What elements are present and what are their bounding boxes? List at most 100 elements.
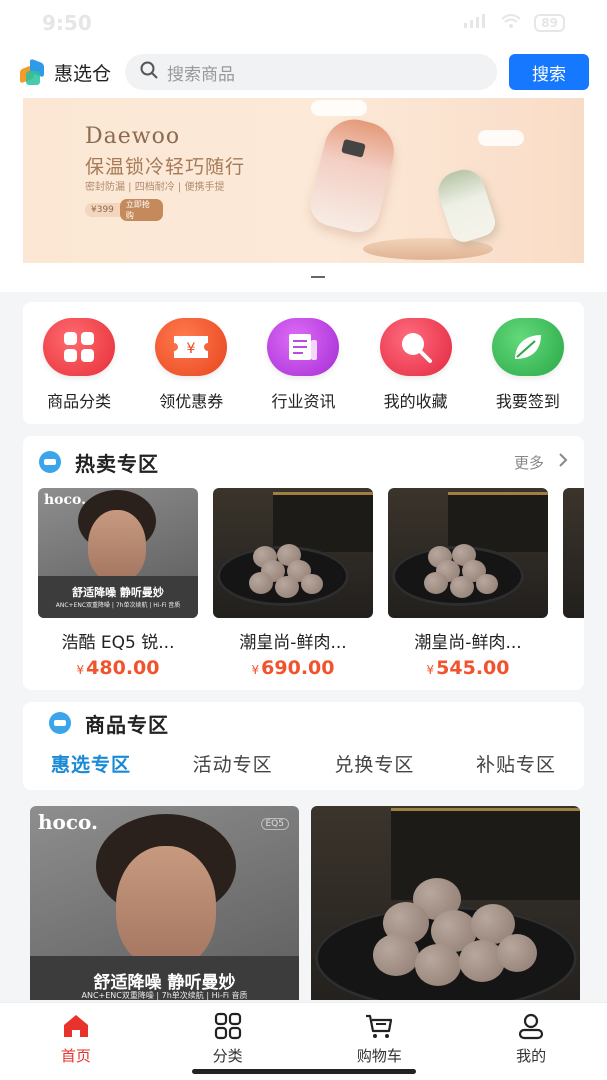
grid-product-card[interactable] [311,806,580,1000]
product-image [563,488,584,618]
cart-icon [366,1014,393,1038]
app-name: 惠选仓 [54,62,112,85]
banner-cta: 立即抢购 [119,199,163,221]
grid-product-card[interactable]: hoco. EQ5 舒适降噪 静听曼妙 ANC+ENC双重降噪 | 7h单次续航… [30,806,299,1000]
cloud-decoration [311,100,367,116]
product-grid: hoco. EQ5 舒适降噪 静听曼妙 ANC+ENC双重降噪 | 7h单次续航… [30,806,580,1000]
product-photo-detail [88,510,146,582]
goods-section-title: 商品专区 [85,712,169,737]
quick-item-news[interactable]: 行业资讯 [253,318,353,424]
quick-item-label: 商品分类 [47,392,112,411]
product-name: 浩酷 EQ5 锐... [61,633,175,653]
home-icon [63,1015,88,1037]
wifi-icon [500,13,522,33]
grid-icon [43,318,116,376]
tab-subsidy[interactable]: 补贴专区 [476,750,556,777]
search-input[interactable]: 搜索商品 [125,54,497,90]
currency-symbol: ¥ [426,663,435,677]
status-bar: 9:50 89 [0,0,607,46]
hoco-logo: hoco. [38,810,99,834]
svg-text:¥: ¥ [187,341,196,357]
search-button[interactable]: 搜索 [509,54,589,90]
quick-item-label: 领优惠券 [159,392,224,411]
quick-item-label: 我的收藏 [383,392,448,411]
status-time: 9:50 [42,11,92,35]
status-icons: 89 [462,13,565,33]
hoco-subcaption: ANC+ENC双重降噪 | 7h单次续航 | Hi-Fi 音质 [55,602,181,609]
hoco-logo: hoco. [44,492,87,508]
product-photo-detail [373,934,419,976]
banner-brand: Daewoo [85,124,181,149]
banner-price: ¥399 [91,205,114,215]
quick-menu: 商品分类 ¥ 领优惠券 行业资讯 我的收藏 我要签到 [23,302,584,424]
currency-symbol: ¥ [251,663,260,677]
hot-product-list: hoco. 舒适降噪 静听曼妙 ANC+ENC双重降噪 | 7h单次续航 | H… [23,488,584,679]
hoco-subcaption: ANC+ENC双重降噪 | 7h单次续航 | Hi-Fi 音质 [81,991,248,1000]
product-photo-detail [275,576,299,598]
product-name: 潮皇尚-鲜肉... [414,633,522,653]
section-badge-icon [49,712,71,734]
thermos-bottle-image [433,164,499,246]
tab-exchange[interactable]: 兑换专区 [334,750,414,777]
currency-symbol: ¥ [76,663,85,677]
banner-carousel[interactable]: Daewoo 保温锁冷轻巧随行 密封防漏 | 四档耐冷 | 便携手提 ¥399 … [23,98,584,263]
banner-slogan: 保温锁冷轻巧随行 [85,156,246,178]
price-value: 480.00 [86,657,160,679]
product-photo-detail [497,934,537,972]
price-value: 690.00 [261,657,335,679]
battery-indicator: 89 [534,14,565,32]
carousel-indicator [311,276,325,278]
app-logo-icon [20,58,46,85]
tab-label: 购物车 [356,1047,402,1065]
search-heart-icon [379,318,452,376]
product-photo-detail [249,572,273,594]
tab-label: 分类 [212,1047,243,1065]
news-icon [267,318,340,376]
product-card[interactable]: 潮皇尚-鲜肉... ¥545.00 [388,488,548,679]
leaf-icon [491,318,564,376]
more-label: 更多 [513,453,544,472]
product-price: ¥690.00 [213,657,373,679]
tab-huixuan[interactable]: 惠选专区 [51,750,131,777]
model-tag: EQ5 [260,818,289,830]
chevron-right-icon [558,452,568,472]
product-image [213,488,373,618]
tab-label: 首页 [60,1047,91,1065]
goods-section-header: 商品专区 [23,702,584,744]
quick-item-coupon[interactable]: ¥ 领优惠券 [141,318,241,424]
price-value: 545.00 [436,657,510,679]
hoco-caption: 舒适降噪 静听曼妙 [72,586,164,599]
thermos-bottle-image [305,113,401,237]
product-card[interactable]: hoco. 舒适降噪 静听曼妙 ANC+ENC双重降噪 | 7h单次续航 | H… [38,488,198,679]
quick-item-label: 行业资讯 [271,392,336,411]
product-card-partial[interactable] [563,488,584,679]
search-icon [139,60,159,85]
product-photo-detail [301,574,323,594]
cloud-decoration [478,130,524,146]
product-photo-detail [273,492,373,552]
section-badge-icon [39,451,61,473]
quick-item-favorites[interactable]: 我的收藏 [366,318,466,424]
product-image: hoco. 舒适降噪 静听曼妙 ANC+ENC双重降噪 | 7h单次续航 | H… [38,488,198,618]
product-price: ¥545.00 [388,657,548,679]
product-photo-detail [450,576,474,598]
tab-activity[interactable]: 活动专区 [193,750,273,777]
quick-item-category[interactable]: 商品分类 [29,318,129,424]
hot-sale-section: 热卖专区 更多 hoco. 舒适降噪 静听曼妙 ANC+ENC双重降噪 | 7h… [23,436,584,690]
hot-section-header: 热卖专区 更多 [23,436,584,488]
product-photo-detail [415,944,461,986]
more-link[interactable]: 更多 [514,452,568,473]
home-indicator [192,1069,416,1074]
tab-profile[interactable]: 我的 [476,1011,586,1080]
quick-item-checkin[interactable]: 我要签到 [478,318,578,424]
search-placeholder: 搜索商品 [167,64,236,85]
product-pedestal [363,238,493,260]
product-price: ¥480.00 [38,657,198,679]
signal-icon [462,13,488,33]
product-image [388,488,548,618]
product-card[interactable]: 潮皇尚-鲜肉... ¥690.00 [213,488,373,679]
quick-item-label: 我要签到 [495,392,560,411]
tab-home[interactable]: 首页 [21,1011,131,1080]
hot-section-title: 热卖专区 [75,451,159,476]
category-icon [214,1012,241,1040]
